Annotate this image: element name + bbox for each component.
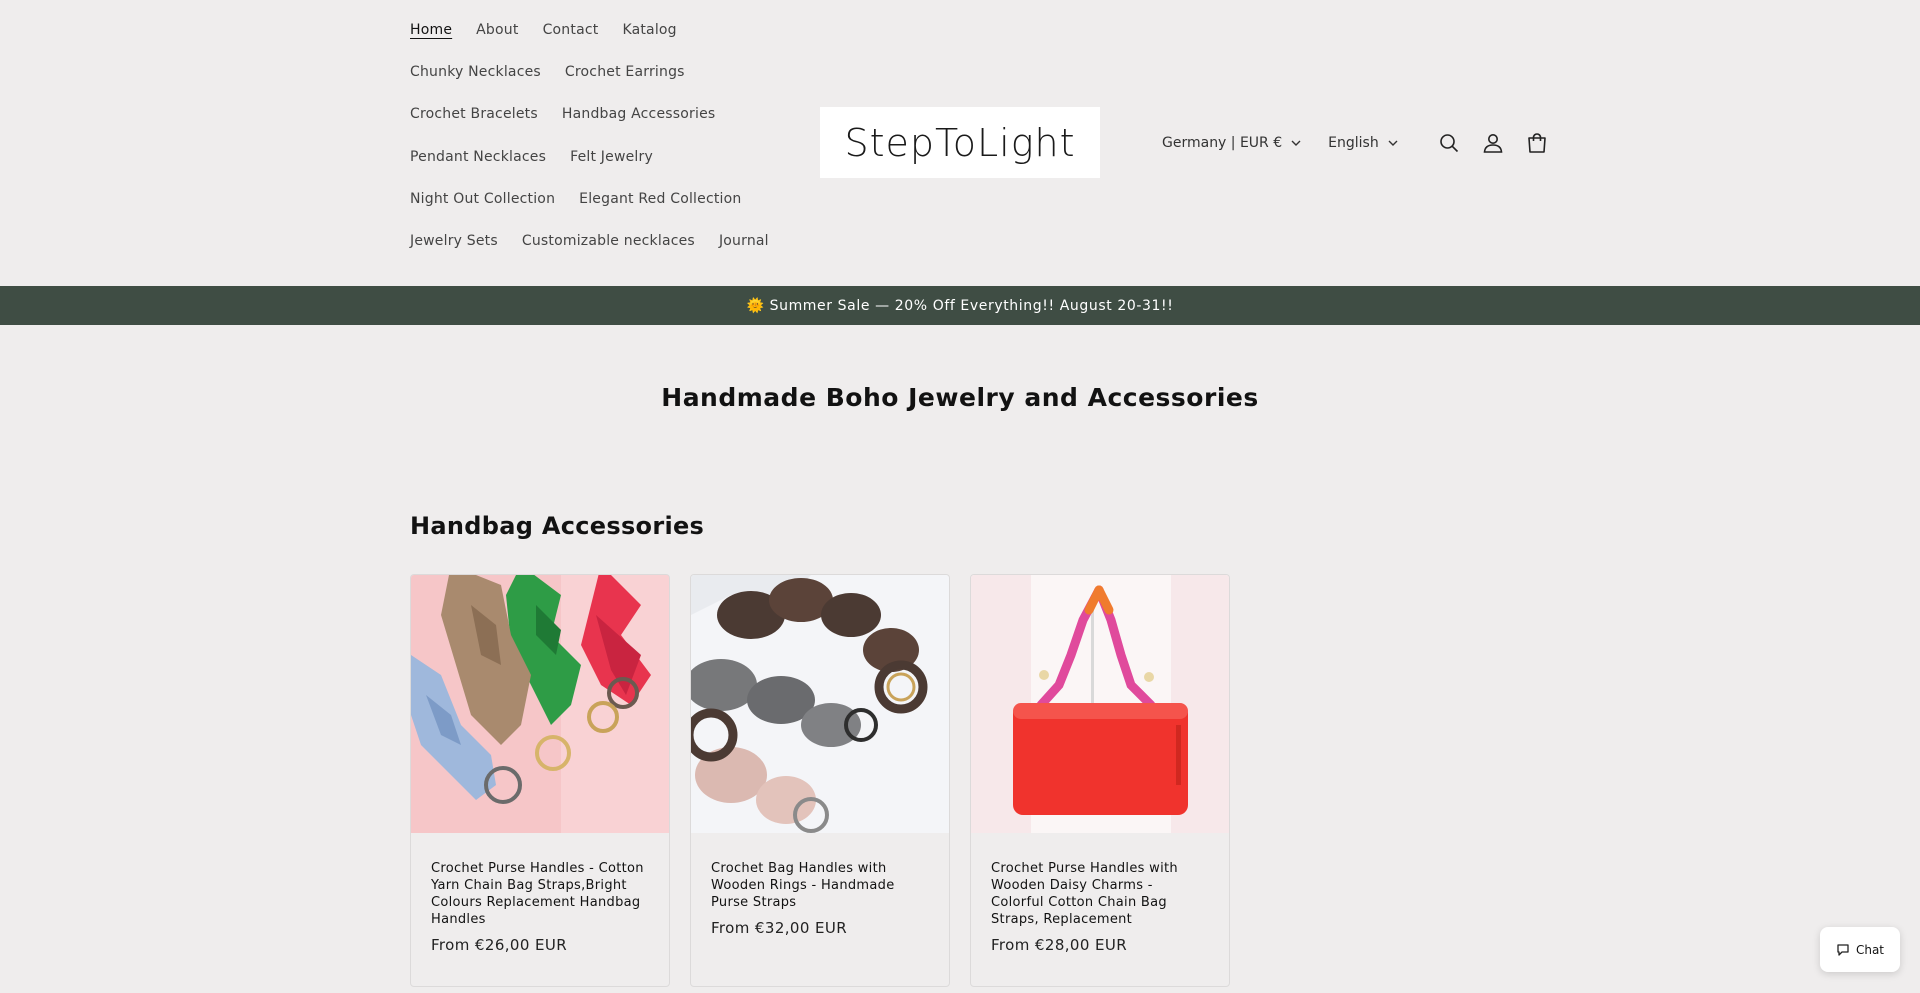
page-title: Handmade Boho Jewelry and Accessories	[661, 383, 1259, 412]
product-grid: Crochet Purse Handles - Cotton Yarn Chai…	[410, 574, 1230, 987]
nav-row: Home About Contact Katalog	[410, 22, 810, 64]
product-title[interactable]: Crochet Purse Handles - Cotton Yarn Chai…	[431, 860, 649, 928]
nav-item-night-out-collection[interactable]: Night Out Collection	[410, 191, 555, 207]
product-image	[411, 575, 669, 833]
product-card[interactable]: Crochet Bag Handles with Wooden Rings - …	[690, 574, 950, 987]
language-selector-label: English	[1328, 135, 1379, 151]
nav-row: Jewelry Sets Customizable necklaces Jour…	[410, 233, 810, 275]
announcement-bar: 🌞 Summer Sale — 20% Off Everything!! Aug…	[0, 286, 1920, 325]
country-selector[interactable]: Germany | EUR €	[1162, 135, 1302, 151]
nav-item-customizable-necklaces[interactable]: Customizable necklaces	[522, 233, 695, 249]
nav-item-handbag-accessories[interactable]: Handbag Accessories	[562, 106, 716, 122]
account-button[interactable]	[1481, 131, 1505, 155]
card-body: Crochet Purse Handles with Wooden Daisy …	[971, 833, 1229, 954]
nav-item-jewelry-sets[interactable]: Jewelry Sets	[410, 233, 498, 249]
chat-label: Chat	[1855, 942, 1885, 957]
cart-button[interactable]	[1525, 131, 1549, 155]
search-button[interactable]	[1437, 131, 1461, 155]
cart-icon	[1527, 133, 1546, 153]
header-tools: Germany | EUR € English	[1162, 128, 1549, 158]
site-logo[interactable]: StepToLight	[820, 107, 1100, 178]
search-icon	[1439, 134, 1458, 153]
nav-row: Chunky Necklaces Crochet Earrings	[410, 64, 810, 106]
product-image	[971, 575, 1229, 833]
announcement-text: 🌞 Summer Sale — 20% Off Everything!! Aug…	[746, 297, 1174, 314]
chevron-down-icon	[1291, 140, 1301, 146]
nav-item-katalog[interactable]: Katalog	[622, 22, 676, 38]
product-title[interactable]: Crochet Bag Handles with Wooden Rings - …	[711, 860, 929, 911]
nav-item-about[interactable]: About	[476, 22, 518, 38]
nav-row: Pendant Necklaces Felt Jewelry	[410, 149, 810, 191]
section-title: Handbag Accessories	[410, 512, 705, 540]
nav-item-crochet-earrings[interactable]: Crochet Earrings	[565, 64, 685, 80]
nav-item-elegant-red-collection[interactable]: Elegant Red Collection	[579, 191, 741, 207]
product-image	[691, 575, 949, 833]
product-card[interactable]: Crochet Purse Handles - Cotton Yarn Chai…	[410, 574, 670, 987]
account-icon	[1483, 134, 1503, 153]
chat-icon	[1837, 943, 1849, 956]
product-title[interactable]: Crochet Purse Handles with Wooden Daisy …	[991, 860, 1209, 928]
nav-item-contact[interactable]: Contact	[543, 22, 599, 38]
product-price: From €26,00 EUR	[431, 936, 568, 954]
nav-item-felt-jewelry[interactable]: Felt Jewelry	[570, 149, 653, 165]
product-card[interactable]: Crochet Purse Handles with Wooden Daisy …	[970, 574, 1230, 987]
nav-item-pendant-necklaces[interactable]: Pendant Necklaces	[410, 149, 546, 165]
chevron-down-icon	[1388, 140, 1398, 146]
language-selector[interactable]: English	[1328, 135, 1399, 151]
nav-row: Crochet Bracelets Handbag Accessories	[410, 106, 810, 148]
main-navigation: Home About Contact Katalog Chunky Neckla…	[410, 22, 810, 275]
nav-row: Night Out Collection Elegant Red Collect…	[410, 191, 810, 233]
product-price: From €32,00 EUR	[711, 919, 848, 937]
chat-button[interactable]: Chat	[1820, 927, 1900, 972]
site-header: Home About Contact Katalog Chunky Neckla…	[0, 0, 1920, 286]
country-selector-label: Germany | EUR €	[1162, 135, 1283, 151]
card-body: Crochet Bag Handles with Wooden Rings - …	[691, 833, 949, 937]
nav-item-crochet-bracelets[interactable]: Crochet Bracelets	[410, 106, 538, 122]
product-price: From €28,00 EUR	[991, 936, 1128, 954]
card-body: Crochet Purse Handles - Cotton Yarn Chai…	[411, 833, 669, 954]
nav-item-home[interactable]: Home	[410, 22, 452, 38]
nav-item-journal[interactable]: Journal	[719, 233, 769, 249]
nav-item-chunky-necklaces[interactable]: Chunky Necklaces	[410, 64, 541, 80]
logo-text: StepToLight	[844, 120, 1076, 165]
